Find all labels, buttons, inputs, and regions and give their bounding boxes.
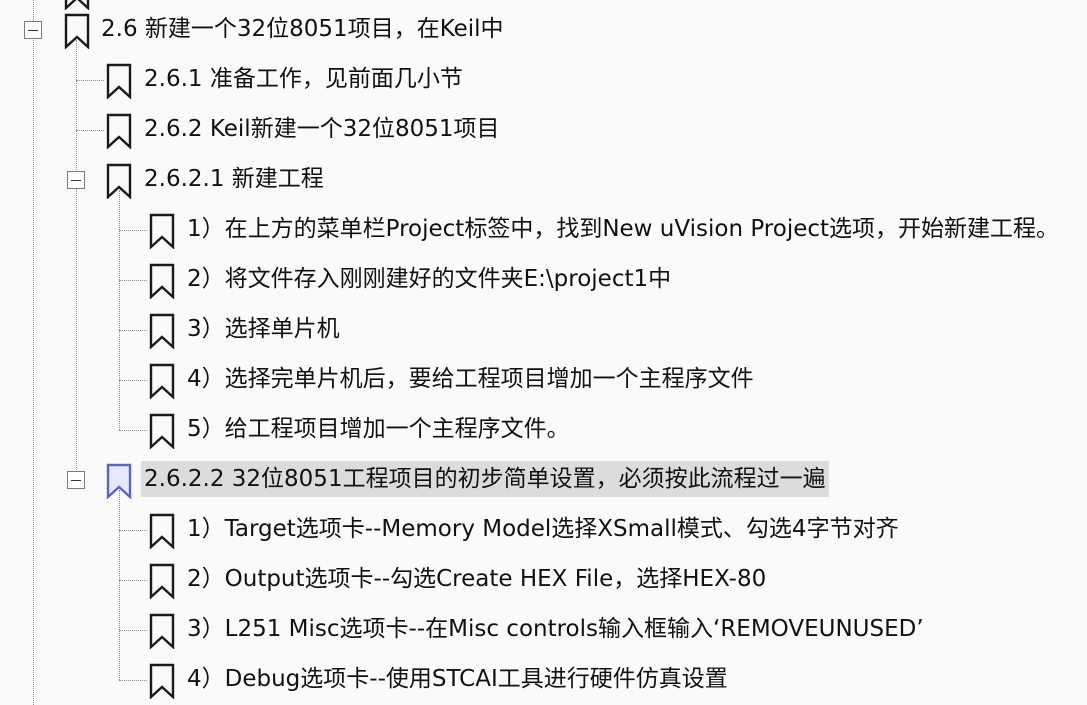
bookmarks-tree: 2.6 新建一个32位8051项目，在Keil中 2.6.1 准备工作，见前面几…: [0, 0, 1087, 705]
tree-line-root: [33, 0, 34, 705]
tree-hline: [119, 330, 147, 331]
bookmark-label-26[interactable]: 2.6 新建一个32位8051项目，在Keil中: [98, 11, 507, 47]
tree-hline: [119, 230, 147, 231]
bookmark-icon[interactable]: [149, 363, 175, 399]
bookmark-label-2622-4[interactable]: 4）Debug选项卡--使用STCAI工具进行硬件仿真设置: [184, 661, 731, 697]
bookmark-icon[interactable]: [149, 513, 175, 549]
bookmark-label-262[interactable]: 2.6.2 Keil新建一个32位8051项目: [141, 111, 503, 147]
bookmark-label-2621-3[interactable]: 3）选择单片机: [184, 311, 343, 347]
tree-hline: [119, 280, 147, 281]
tree-line-level1: [76, 40, 77, 482]
bookmark-label-2621-5[interactable]: 5）给工程项目增加一个主程序文件。: [184, 411, 573, 447]
tree-hline: [119, 430, 147, 431]
bookmark-icon[interactable]: [149, 313, 175, 349]
bookmark-label-2621-2[interactable]: 2）将文件存入刚刚建好的文件夹E:\project1中: [184, 261, 674, 297]
collapse-toggle-2622[interactable]: [67, 471, 85, 489]
tree-hline: [119, 530, 147, 531]
bookmark-icon[interactable]: [106, 63, 132, 99]
bookmark-label-2622-2[interactable]: 2）Output选项卡--勾选Create HEX File，选择HEX-80: [184, 561, 769, 597]
tree-hline: [119, 380, 147, 381]
bookmark-label-2621-4[interactable]: 4）选择完单片机后，要给工程项目增加一个主程序文件: [184, 361, 757, 397]
bookmark-label-2622-3[interactable]: 3）L251 Misc选项卡--在Misc controls输入框输入‘REMO…: [184, 611, 927, 647]
bookmark-icon[interactable]: [106, 163, 132, 199]
bookmark-label-2622-1[interactable]: 1）Target选项卡--Memory Model选择XSmall模式、勾选4字…: [184, 511, 902, 547]
bookmark-label-261[interactable]: 2.6.1 准备工作，见前面几小节: [141, 61, 466, 97]
bookmark-icon[interactable]: [106, 113, 132, 149]
bookmark-icon[interactable]: [149, 613, 175, 649]
tree-hline: [119, 580, 147, 581]
bookmark-label-2621-1[interactable]: 1）在上方的菜单栏Project标签中，找到New uVision Projec…: [184, 211, 1062, 247]
bookmark-icon[interactable]: [149, 413, 175, 449]
collapse-toggle-26[interactable]: [24, 21, 42, 39]
bookmark-icon[interactable]: [149, 213, 175, 249]
bookmark-icon[interactable]: [64, 0, 90, 10]
bookmark-icon[interactable]: [64, 13, 90, 49]
tree-hline: [119, 680, 147, 681]
bookmark-label-2622[interactable]: 2.6.2.2 32位8051工程项目的初步简单设置，必须按此流程过一遍: [141, 461, 829, 497]
bookmark-icon[interactable]: [149, 663, 175, 699]
bookmark-icon[interactable]: [149, 263, 175, 299]
tree-hline: [76, 80, 104, 81]
bookmark-label-2621[interactable]: 2.6.2.1 新建工程: [141, 161, 327, 197]
tree-line-level2a: [119, 190, 120, 430]
tree-hline: [119, 630, 147, 631]
tree-hline: [76, 130, 104, 131]
tree-line-level2b: [119, 490, 120, 680]
bookmark-icon-selected[interactable]: [106, 463, 132, 499]
bookmark-icon[interactable]: [149, 563, 175, 599]
collapse-toggle-2621[interactable]: [67, 171, 85, 189]
